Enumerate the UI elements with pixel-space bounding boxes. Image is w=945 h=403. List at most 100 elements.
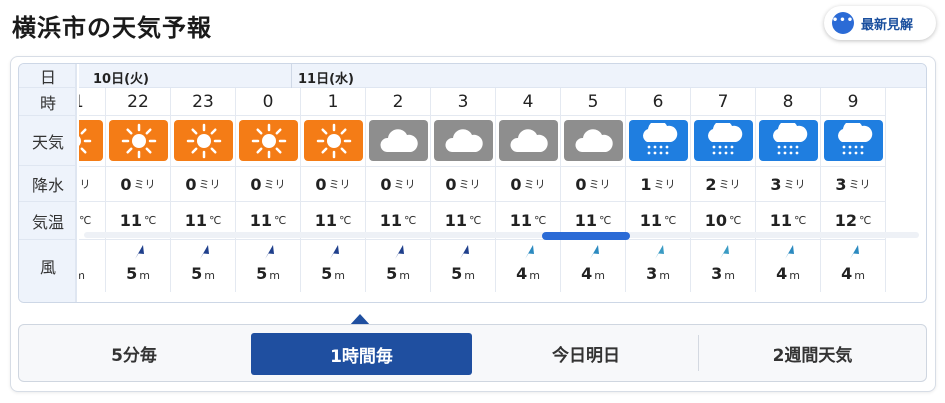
- hour-column: 1 0 ミリ 11 ℃ 5 m: [301, 88, 366, 292]
- row-header-date: 日: [19, 64, 77, 88]
- precip-cell: 3 ミリ: [821, 166, 885, 202]
- wind-direction-icon: [132, 244, 146, 260]
- precip-value: 0: [250, 174, 262, 194]
- hour-column: 0 0 ミリ 11 ℃ 5 m: [236, 88, 301, 292]
- rain-icon: [694, 120, 753, 161]
- precip-cell: 0ミリ: [301, 166, 365, 202]
- wind-cell: 5m: [431, 240, 495, 292]
- hour-label: 8: [756, 88, 820, 116]
- wind-direction-icon: [522, 244, 536, 260]
- forecast-grid[interactable]: 10日(火) 11日(水) 210ミリ11℃5m220ミリ11℃5m230ミリ1…: [79, 64, 926, 302]
- hour-column: 23 0 ミリ 11 ℃ 5 m: [171, 88, 236, 292]
- hour-label: 22: [106, 88, 170, 116]
- wind-unit: m: [529, 269, 540, 282]
- temp-value: 11: [639, 211, 662, 230]
- precip-value: 1: [640, 174, 652, 194]
- hour-column: 2 0 ミリ 11 ℃ 5 m: [366, 88, 431, 292]
- wind-direction-icon: [652, 244, 666, 260]
- temp-unit: ℃: [79, 214, 92, 227]
- tab-hourly[interactable]: 1時間毎: [251, 333, 472, 375]
- wind-unit: m: [724, 269, 735, 282]
- precip-value: 3: [770, 174, 782, 194]
- wind-unit: m: [789, 269, 800, 282]
- sunny-icon: [304, 120, 363, 161]
- temp-unit: ℃: [598, 214, 612, 227]
- cloudy-icon: [434, 120, 493, 161]
- wind-cell: 3m: [626, 240, 690, 292]
- wind-speed-value: 4: [841, 264, 853, 283]
- temp-value: 11: [769, 211, 792, 230]
- page-title: 横浜市の天気予報: [12, 14, 212, 42]
- tab-2week[interactable]: 2週間天気: [699, 325, 926, 381]
- sunny-icon: [174, 120, 233, 161]
- precip-value: 0: [380, 174, 392, 194]
- tab-5min[interactable]: 5分毎: [19, 325, 249, 381]
- horizontal-scrollbar-track[interactable]: [84, 232, 919, 238]
- wind-direction-icon: [847, 244, 861, 260]
- tab-today-tomorrow[interactable]: 今日明日: [474, 325, 698, 381]
- precip-value: 0: [510, 174, 522, 194]
- temp-unit: ℃: [533, 214, 547, 227]
- wind-cell: 4m: [561, 240, 625, 292]
- forecast-tabs: 5分毎 1時間毎 今日明日 2週間天気: [18, 324, 927, 382]
- precip-unit: ミリ: [328, 178, 351, 191]
- latest-forecast-label: 最新見解: [861, 17, 914, 33]
- wind-direction-icon: [782, 244, 796, 260]
- hour-label: 4: [496, 88, 560, 116]
- hour-label: 1: [301, 88, 365, 116]
- row-header-column: 日 時 天気 降水 気温 風: [19, 64, 77, 302]
- precip-unit: ミリ: [783, 178, 806, 191]
- wind-speed-value: 4: [776, 264, 788, 283]
- wind-direction-icon: [262, 244, 276, 260]
- wind-cell: 5m: [236, 240, 300, 292]
- temp-unit: ℃: [468, 214, 482, 227]
- precip-value: 3: [835, 174, 847, 194]
- rain-icon: [824, 120, 883, 161]
- precip-unit: ミリ: [263, 178, 286, 191]
- wind-unit: m: [204, 269, 215, 282]
- precip-cell: 1 ミリ: [626, 166, 690, 202]
- wind-cell: 5m: [171, 240, 235, 292]
- row-header-wind: 風: [39, 258, 56, 277]
- latest-forecast-button[interactable]: ••• 最新見解: [824, 6, 936, 40]
- precip-unit: ミリ: [588, 178, 611, 191]
- temp-unit: ℃: [143, 214, 157, 227]
- wind-cell: 5m: [106, 240, 170, 292]
- temp-unit: ℃: [273, 214, 287, 227]
- precip-cell: 3 ミリ: [756, 166, 820, 202]
- rain-icon: [629, 120, 688, 161]
- precip-unit: ミリ: [653, 178, 676, 191]
- wind-speed-value: 5: [451, 264, 463, 283]
- temp-value: 12: [834, 211, 857, 230]
- wind-speed-value: 5: [321, 264, 333, 283]
- wind-speed-value: 3: [711, 264, 723, 283]
- wind-cell: 5m: [301, 240, 365, 292]
- temp-unit: ℃: [858, 214, 872, 227]
- wind-cell: 5m: [79, 240, 105, 292]
- precip-value: 0: [445, 174, 457, 194]
- precip-cell: 0ミリ: [496, 166, 560, 202]
- precip-unit: ミリ: [458, 178, 481, 191]
- row-header-weather: 天気: [19, 116, 77, 166]
- wind-cell: 4m: [821, 240, 885, 292]
- temp-value: 11: [184, 211, 207, 230]
- date-label: 11日(水): [298, 72, 354, 87]
- precip-unit: ミリ: [523, 178, 546, 191]
- precip-cell: 0ミリ: [106, 166, 170, 202]
- wind-unit: m: [854, 269, 865, 282]
- wind-unit: m: [464, 269, 475, 282]
- precip-cell: 0ミリ: [171, 166, 235, 202]
- hour-label: 21: [79, 88, 105, 116]
- temp-unit: ℃: [663, 214, 677, 227]
- precip-unit: ミリ: [133, 178, 156, 191]
- hour-label: 6: [626, 88, 690, 116]
- precip-value: 0: [185, 174, 197, 194]
- hour-label: 7: [691, 88, 755, 116]
- hour-label: 0: [236, 88, 300, 116]
- temp-value: 11: [574, 211, 597, 230]
- sunny-icon: [239, 120, 298, 161]
- row-header-temp: 気温: [19, 202, 77, 240]
- horizontal-scrollbar-thumb[interactable]: [542, 232, 630, 240]
- wind-speed-value: 4: [516, 264, 528, 283]
- wind-unit: m: [334, 269, 345, 282]
